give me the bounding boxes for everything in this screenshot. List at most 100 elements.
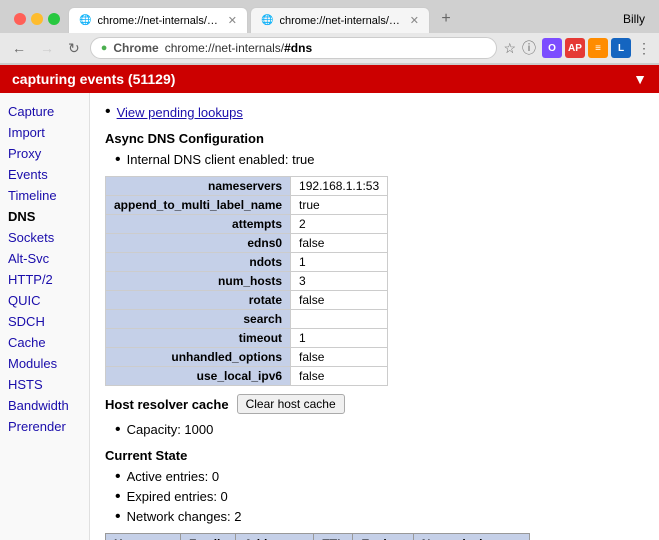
capacity-text: Capacity: 1000 — [127, 422, 214, 437]
ext-icon-1[interactable]: O — [542, 38, 562, 58]
bullet-icon: • — [105, 103, 111, 121]
dns-key-cell: unhandled_options — [106, 348, 291, 367]
table-row: nameservers192.168.1.1:53 — [106, 177, 388, 196]
table-row: search — [106, 310, 388, 329]
banner-chevron[interactable]: ▼ — [633, 71, 647, 87]
dns-key-cell: num_hosts — [106, 272, 291, 291]
event-banner: capturing events (51129) ▼ — [0, 65, 659, 93]
refresh-button[interactable]: ↻ — [64, 38, 84, 59]
table-row: num_hosts3 — [106, 272, 388, 291]
dns-value-cell: 2 — [291, 215, 388, 234]
dns-key-cell: search — [106, 310, 291, 329]
dns-value-cell: false — [291, 291, 388, 310]
sidebar-item-bandwidth[interactable]: Bandwidth — [0, 395, 89, 416]
maximize-dot[interactable] — [48, 13, 60, 25]
user-name: Billy — [623, 12, 653, 26]
dns-key-cell: use_local_ipv6 — [106, 367, 291, 386]
dns-key-cell: timeout — [106, 329, 291, 348]
back-button[interactable]: ← — [8, 38, 30, 58]
view-pending-link[interactable]: View pending lookups — [117, 105, 243, 120]
state-item: Expired entries: 0 — [127, 489, 228, 504]
sidebar-item-quic[interactable]: QUIC — [0, 290, 89, 311]
extensions-area: O AP ≡ L — [542, 38, 631, 58]
window-controls — [6, 5, 68, 33]
browser-window: 🌐 chrome://net-internals/#dns ✕ 🌐 chrome… — [0, 0, 659, 540]
dns-value-cell: false — [291, 234, 388, 253]
secure-icon: ● — [101, 42, 108, 54]
nav-bar: ← → ↻ ● Chrome chrome://net-internals/#d… — [0, 33, 659, 64]
tab-favicon-sockets: 🌐 — [261, 15, 273, 26]
dns-config-table: nameservers192.168.1.1:53append_to_multi… — [105, 176, 388, 386]
address-hash: #dns — [284, 41, 312, 55]
browser-brand: Chrome — [113, 41, 158, 55]
tab-title-dns: chrome://net-internals/#dns — [97, 15, 221, 27]
tab-title-sockets: chrome://net-internals/#sock — [279, 15, 403, 27]
list-item: • Active entries: 0 — [115, 469, 644, 485]
sidebar-item-import[interactable]: Import — [0, 122, 89, 143]
star-button[interactable]: ☆ — [503, 40, 516, 57]
list-item: •Network changes: 2 — [115, 509, 644, 525]
sidebar: Capture Import Proxy Events Timeline DNS… — [0, 93, 90, 540]
address-bar[interactable]: ● Chrome chrome://net-internals/#dns — [90, 37, 498, 59]
content-area: • View pending lookups Async DNS Configu… — [90, 93, 659, 540]
sidebar-item-prerender[interactable]: Prerender — [0, 416, 89, 437]
dns-value-cell: true — [291, 196, 388, 215]
close-dot[interactable] — [14, 13, 26, 25]
view-pending-row: • View pending lookups — [105, 103, 644, 121]
sidebar-item-sdch[interactable]: SDCH — [0, 311, 89, 332]
dns-value-cell: 1 — [291, 329, 388, 348]
dns-key-cell: nameservers — [106, 177, 291, 196]
dns-value-cell: 1 — [291, 253, 388, 272]
sidebar-item-cache[interactable]: Cache — [0, 332, 89, 353]
forward-button[interactable]: → — [36, 38, 58, 58]
table-row: attempts2 — [106, 215, 388, 234]
table-row: timeout1 — [106, 329, 388, 348]
bullet-icon-2: • — [115, 152, 121, 168]
table-row: rotatefalse — [106, 291, 388, 310]
clear-cache-button[interactable]: Clear host cache — [237, 394, 345, 414]
table-row: append_to_multi_label_nametrue — [106, 196, 388, 215]
tab-favicon-dns: 🌐 — [79, 15, 91, 26]
new-tab-button[interactable]: + — [432, 5, 460, 33]
list-item: •Expired entries: 0 — [115, 489, 644, 505]
sidebar-item-events[interactable]: Events — [0, 164, 89, 185]
dns-value-cell: false — [291, 348, 388, 367]
tab-bar-area: 🌐 chrome://net-internals/#dns ✕ 🌐 chrome… — [0, 0, 659, 65]
sidebar-item-modules[interactable]: Modules — [0, 353, 89, 374]
minimize-dot[interactable] — [31, 13, 43, 25]
dns-key-cell: ndots — [106, 253, 291, 272]
tab-dns[interactable]: 🌐 chrome://net-internals/#dns ✕ — [68, 7, 248, 33]
table-row: edns0false — [106, 234, 388, 253]
dns-value-cell — [291, 310, 388, 329]
info-button[interactable]: ⓘ — [522, 38, 536, 58]
internal-dns-row: • Internal DNS client enabled: true — [115, 152, 644, 168]
tab-sockets[interactable]: 🌐 chrome://net-internals/#sock ✕ — [250, 7, 430, 33]
table-row: unhandled_optionsfalse — [106, 348, 388, 367]
ext-icon-3[interactable]: ≡ — [588, 38, 608, 58]
sidebar-item-dns: DNS — [0, 206, 89, 227]
ext-icon-2[interactable]: AP — [565, 38, 585, 58]
menu-button[interactable]: ⋮ — [637, 40, 651, 57]
internal-dns-text: Internal DNS client enabled: true — [127, 152, 315, 167]
bullet-icon: • — [115, 469, 121, 485]
bullet-icon-3: • — [115, 422, 121, 438]
sidebar-item-proxy[interactable]: Proxy — [0, 143, 89, 164]
address-url: chrome://net-internals/#dns — [165, 41, 312, 55]
sidebar-item-timeline[interactable]: Timeline — [0, 185, 89, 206]
sidebar-item-altsvc[interactable]: Alt-Svc — [0, 248, 89, 269]
sidebar-item-hsts[interactable]: HSTS — [0, 374, 89, 395]
dns-key-cell: attempts — [106, 215, 291, 234]
ext-icon-4[interactable]: L — [611, 38, 631, 58]
tab-close-sockets[interactable]: ✕ — [410, 14, 419, 27]
state-item: Active entries: 0 — [127, 469, 220, 484]
banner-text: capturing events (51129) — [12, 71, 175, 87]
sidebar-item-capture[interactable]: Capture — [0, 101, 89, 122]
sidebar-item-sockets[interactable]: Sockets — [0, 227, 89, 248]
sidebar-item-http2[interactable]: HTTP/2 — [0, 269, 89, 290]
tab-close-dns[interactable]: ✕ — [228, 14, 237, 27]
dns-key-cell: edns0 — [106, 234, 291, 253]
host-resolver-label: Host resolver cache — [105, 397, 229, 412]
dns-value-cell: false — [291, 367, 388, 386]
capacity-row: • Capacity: 1000 — [115, 422, 644, 438]
state-item: Network changes: 2 — [127, 509, 242, 524]
